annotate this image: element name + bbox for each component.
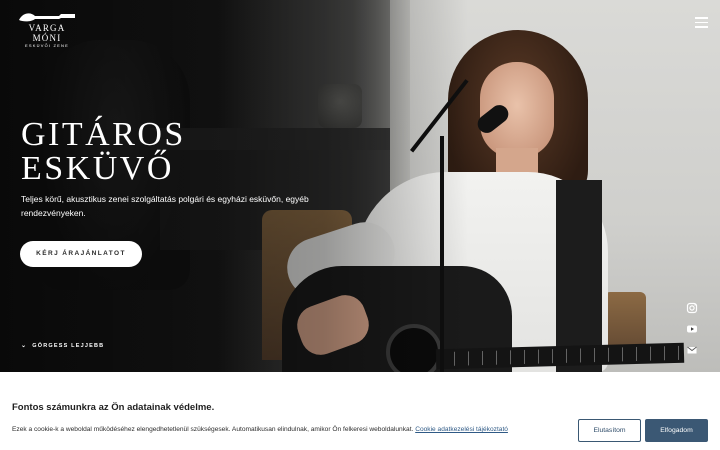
cookie-body: Ezek a cookie-k a weboldal működéséhez e… — [12, 426, 414, 433]
logo-name: VARGA MÓNI — [28, 23, 66, 43]
hero-description: Teljes körű, akusztikus zenei szolgáltat… — [21, 194, 309, 218]
instagram-icon[interactable] — [685, 301, 699, 315]
scroll-down-label: GÖRGESS LEJJEBB — [32, 343, 105, 349]
accept-cookies-button[interactable]: Elfogadom — [645, 419, 708, 442]
chevron-down-icon: ⌄ — [21, 343, 28, 349]
site-logo[interactable]: VARGA MÓNI ESKÜVŐI ZENE — [16, 10, 78, 49]
social-links — [685, 301, 699, 364]
request-quote-button[interactable]: KÉRJ ÁRAJÁNLATOT — [20, 241, 142, 267]
reject-cookies-button[interactable]: Elutasítom — [578, 419, 641, 442]
hero-title-line1: GITÁROS — [21, 116, 186, 153]
hero-title-line2: ESKÜVŐ — [21, 150, 174, 187]
cookie-title: Fontos számunkra az Ön adatainak védelme… — [12, 402, 215, 413]
scroll-down-link[interactable]: ⌄ GÖRGESS LEJJEBB — [21, 342, 104, 349]
logo-subtitle: ESKÜVŐI ZENE — [25, 43, 69, 48]
email-icon[interactable] — [685, 343, 699, 357]
cookie-policy-link[interactable]: Cookie adatkezelési tájékoztató — [415, 426, 508, 433]
guitar-logo-icon — [19, 13, 75, 22]
hero-title: GITÁROS ESKÜVŐ — [21, 118, 301, 186]
hamburger-menu-icon[interactable] — [695, 17, 708, 28]
youtube-icon[interactable] — [685, 322, 699, 336]
cookie-text: Ezek a cookie-k a weboldal működéséhez e… — [12, 426, 508, 433]
